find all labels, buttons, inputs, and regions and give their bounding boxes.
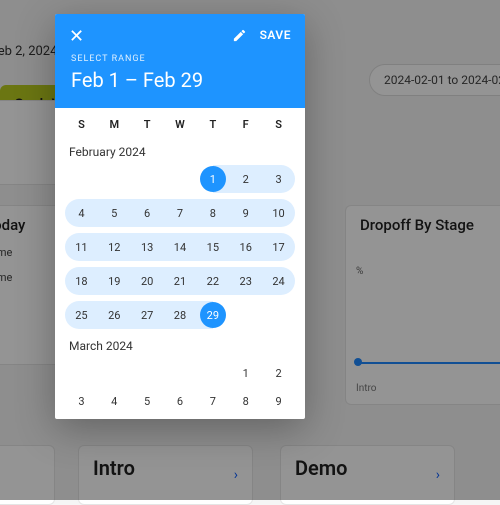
calendar-day-empty [131, 359, 164, 387]
calendar-day[interactable]: 6 [164, 387, 197, 415]
calendar-day[interactable]: 3 [262, 165, 295, 193]
calendar-day-empty [65, 359, 98, 387]
calendar-day[interactable]: 9 [262, 387, 295, 415]
calendar-day-empty [229, 301, 262, 329]
calendar-day[interactable]: 22 [196, 267, 229, 295]
weekday: W [164, 118, 197, 131]
calendar-day[interactable]: 13 [131, 233, 164, 261]
calendar-day[interactable]: 4 [65, 199, 98, 227]
calendar-grid-feb: 11 12 13 14 15 16 17 [55, 233, 305, 265]
close-icon[interactable]: ✕ [69, 28, 84, 46]
calendar-day[interactable]: 18 [65, 267, 98, 295]
calendar-grid-feb: 18 19 20 21 22 23 24 [55, 267, 305, 299]
calendar-day[interactable]: 20 [131, 267, 164, 295]
calendar-day[interactable]: 5 [98, 199, 131, 227]
calendar-day[interactable]: 27 [131, 301, 164, 329]
weekday: S [262, 118, 295, 131]
calendar-day[interactable]: 4 [98, 387, 131, 415]
selected-range-text: Feb 1 – Feb 29 [71, 68, 289, 92]
calendar-grid-feb: 4 5 6 7 8 9 10 [55, 199, 305, 231]
calendar-grid-feb: 1 2 3 [55, 165, 305, 197]
date-range-picker: ✕ SAVE SELECT RANGE Feb 1 – Feb 29 S M T… [55, 14, 305, 419]
calendar-day-empty [131, 165, 164, 193]
calendar-day-end[interactable]: 29 [196, 301, 229, 329]
calendar-day[interactable]: 19 [98, 267, 131, 295]
weekday: T [131, 118, 164, 131]
calendar-day-start[interactable]: 1 [196, 165, 229, 193]
calendar-day[interactable]: 7 [196, 387, 229, 415]
month-label: March 2024 [55, 333, 305, 359]
calendar-day[interactable]: 8 [229, 387, 262, 415]
calendar-day[interactable]: 15 [196, 233, 229, 261]
calendar-day[interactable]: 5 [131, 387, 164, 415]
calendar-day[interactable]: 7 [164, 199, 197, 227]
calendar-day[interactable]: 10 [262, 199, 295, 227]
calendar-day[interactable]: 17 [262, 233, 295, 261]
calendar-day-empty [196, 359, 229, 387]
calendar-grid-mar: 1 2 3 4 5 6 7 8 9 [55, 359, 305, 419]
weekday: M [98, 118, 131, 131]
weekday-header: S M T W T F S [55, 108, 305, 139]
calendar-day[interactable]: 28 [164, 301, 197, 329]
calendar-day-empty [164, 359, 197, 387]
calendar-day[interactable]: 1 [229, 359, 262, 387]
calendar-day[interactable]: 24 [262, 267, 295, 295]
calendar-day-empty [98, 165, 131, 193]
weekday: S [65, 118, 98, 131]
calendar-day[interactable]: 8 [196, 199, 229, 227]
calendar-grid-feb: 25 26 27 28 29 [55, 301, 305, 333]
calendar-day[interactable]: 21 [164, 267, 197, 295]
calendar-day-empty [98, 359, 131, 387]
edit-icon[interactable] [232, 28, 247, 47]
calendar-day[interactable]: 12 [98, 233, 131, 261]
calendar-day[interactable]: 11 [65, 233, 98, 261]
calendar-day-empty [164, 165, 197, 193]
calendar-day[interactable]: 26 [98, 301, 131, 329]
select-range-label: SELECT RANGE [71, 54, 289, 64]
calendar-day[interactable]: 16 [229, 233, 262, 261]
calendar-day[interactable]: 14 [164, 233, 197, 261]
calendar-day[interactable]: 25 [65, 301, 98, 329]
calendar-day[interactable]: 2 [229, 165, 262, 193]
calendar-day[interactable]: 6 [131, 199, 164, 227]
calendar-day-empty [65, 165, 98, 193]
calendar-day[interactable]: 3 [65, 387, 98, 415]
calendar-day[interactable]: 9 [229, 199, 262, 227]
month-label: February 2024 [55, 139, 305, 165]
calendar-day-empty [262, 301, 295, 329]
save-button[interactable]: SAVE [260, 28, 291, 42]
calendar-day[interactable]: 23 [229, 267, 262, 295]
weekday: F [229, 118, 262, 131]
calendar-day[interactable]: 2 [262, 359, 295, 387]
weekday: T [196, 118, 229, 131]
